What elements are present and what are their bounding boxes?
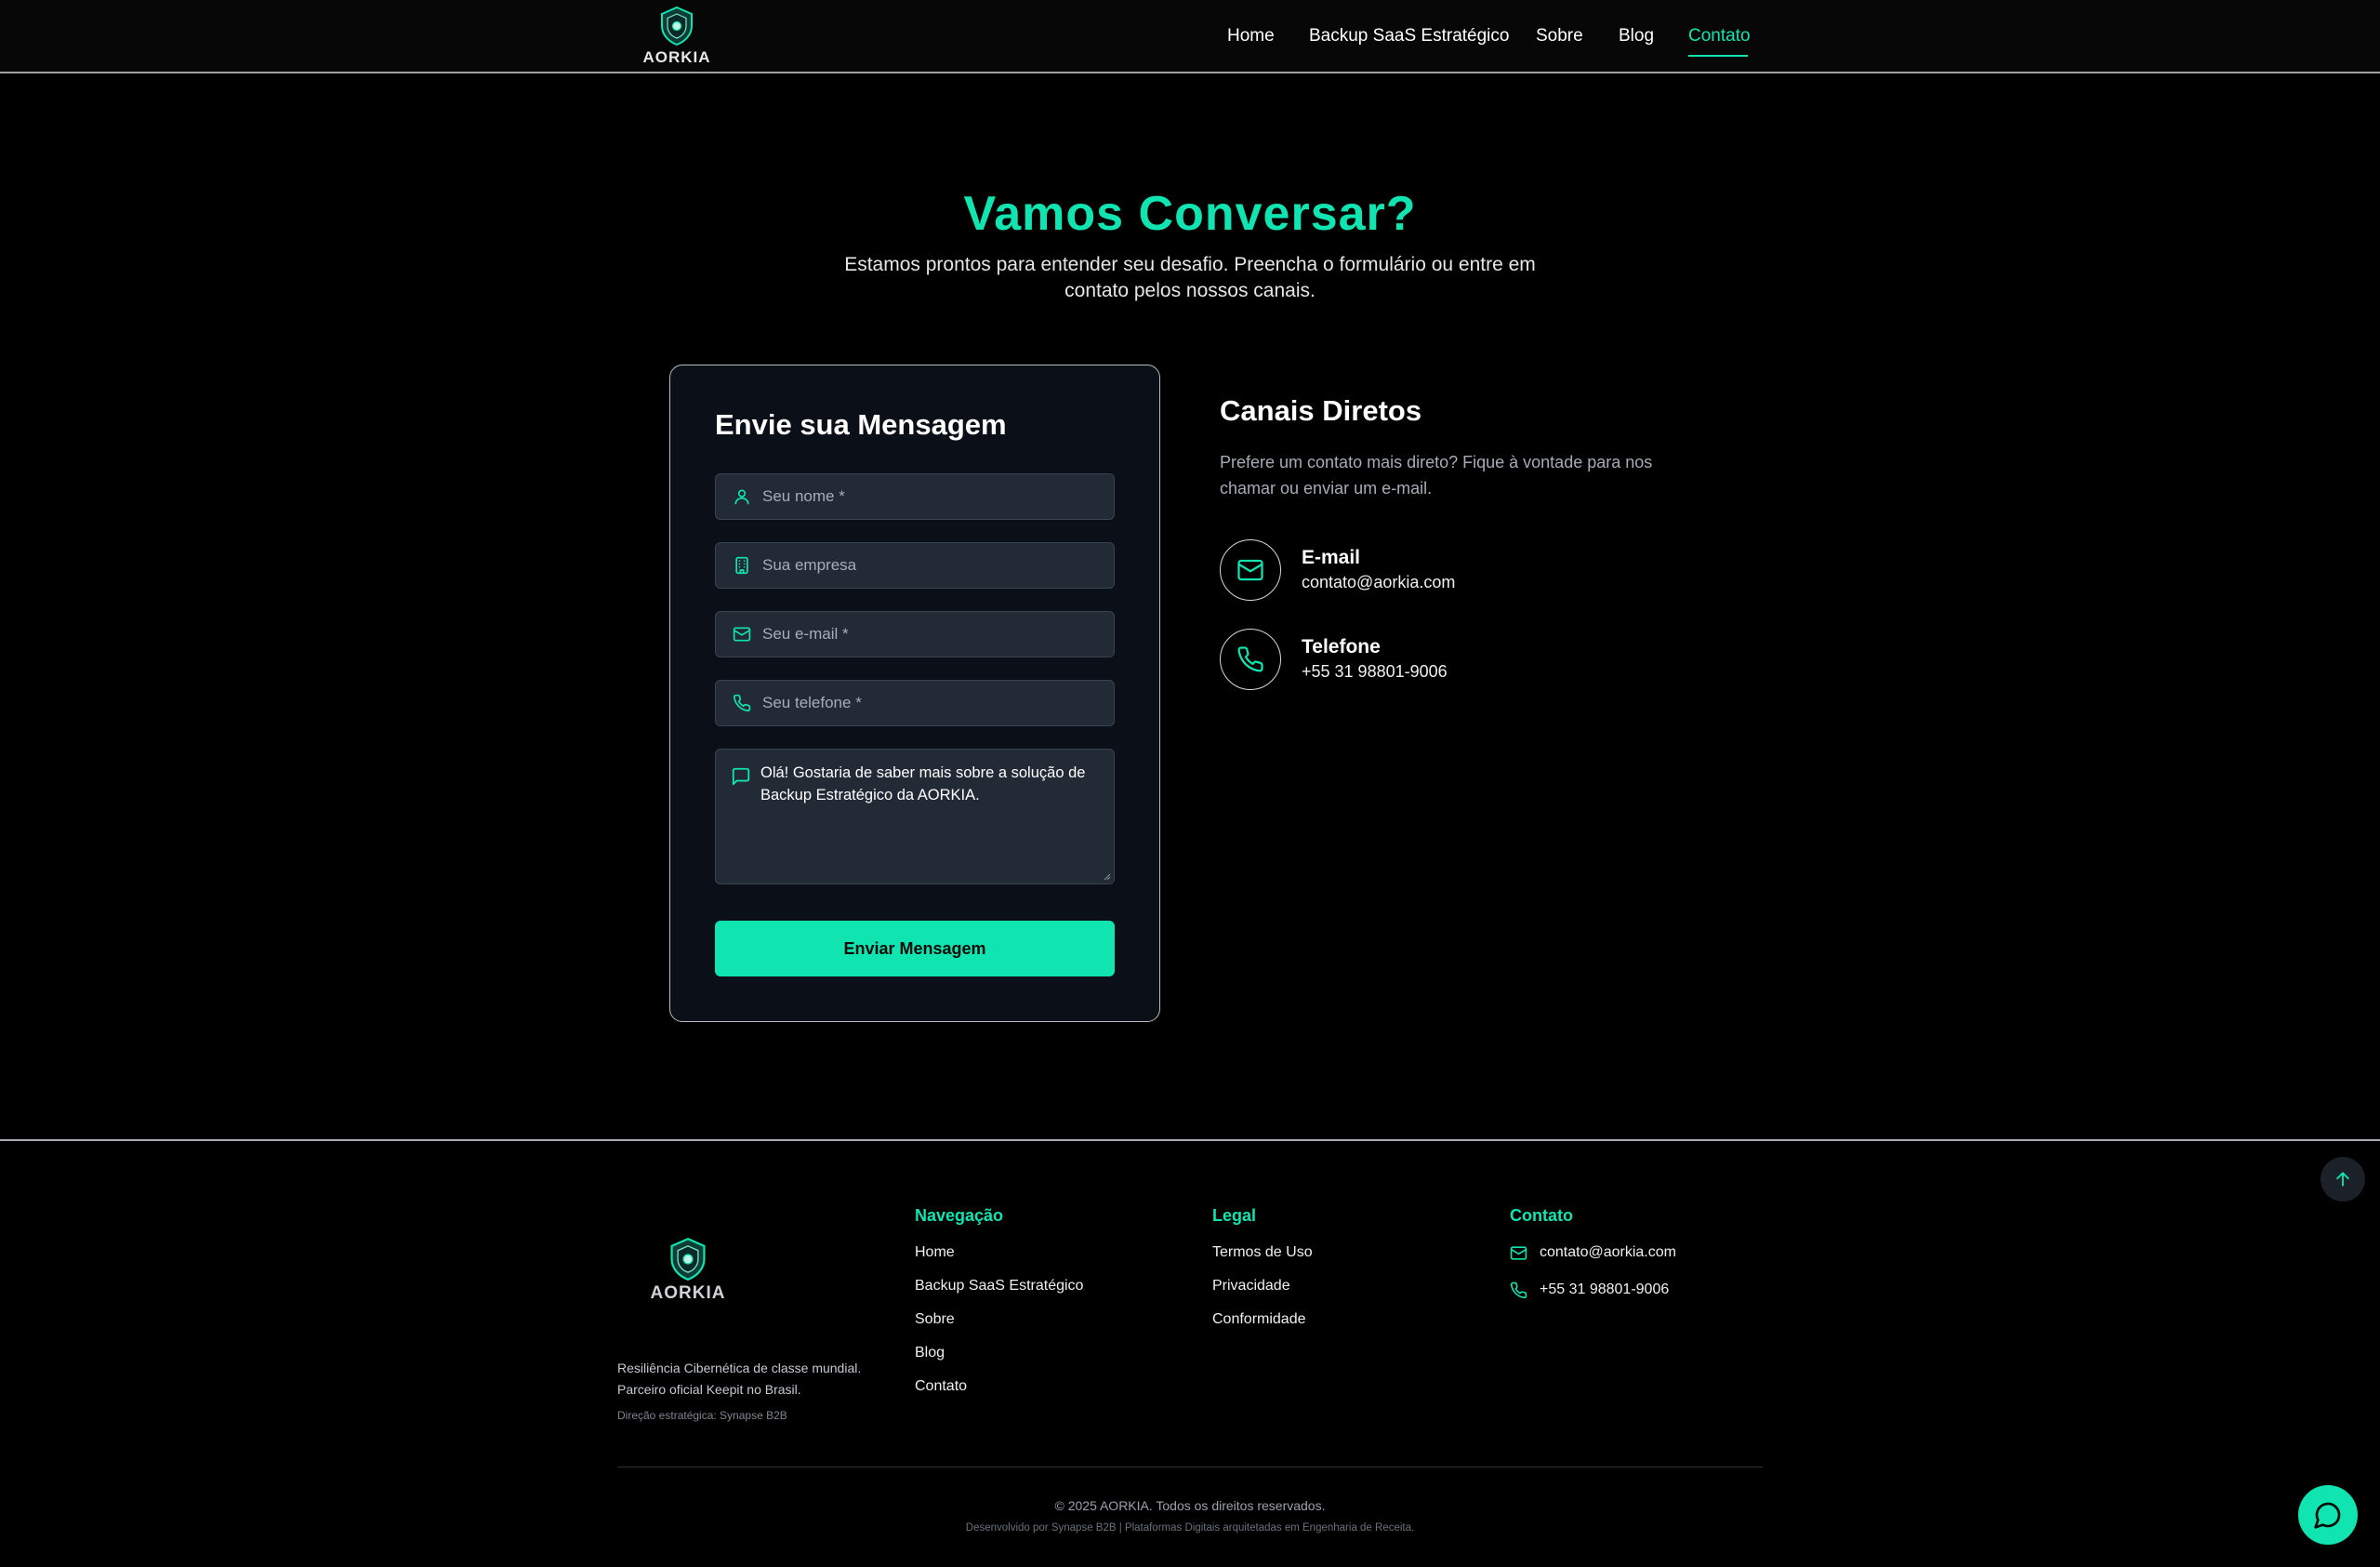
phone-input[interactable] [762,694,1097,712]
building-icon [731,554,753,577]
footer-contact-phone-text[interactable]: +55 31 98801-9006 [1540,1281,1669,1298]
footer-link-backup[interactable]: Backup SaaS Estratégico [915,1278,1083,1295]
footer-contact-phone[interactable]: +55 31 98801-9006 [1510,1281,1669,1299]
page-title: Vamos Conversar? [963,187,1417,241]
brand-name: AORKIA [642,48,711,66]
name-field[interactable] [715,473,1115,520]
footer-contact-email-text[interactable]: contato@aorkia.com [1540,1244,1676,1261]
arrow-up-icon [2336,1172,2349,1187]
channel-email-label: E-mail [1302,547,1361,568]
channel-phone[interactable]: Telefone +55 31 98801-9006 [1220,629,1685,690]
submit-button[interactable]: Enviar Mensagem [715,921,1115,976]
footer-brand-name: AORKIA [650,1283,726,1303]
name-input[interactable] [762,487,1097,506]
brand-logo[interactable]: AORKIA [640,6,714,67]
channel-email[interactable]: E-mail contato@aorkia.com [1220,539,1685,601]
company-input[interactable] [762,556,1097,575]
footer-contact-title: Contato [1510,1206,1573,1225]
footer-link-termos[interactable]: Termos de Uso [1212,1244,1313,1261]
scroll-to-top-button[interactable] [2320,1157,2365,1202]
site-footer: AORKIA Resiliência Cibernética de classe… [0,1139,2380,1567]
nav-item-contato[interactable]: Contato [1688,26,1751,46]
footer-logo[interactable]: AORKIA [649,1237,727,1304]
chat-button[interactable] [2298,1485,2358,1545]
mail-icon [1220,539,1281,601]
footer-tagline-1: Resiliência Cibernética de classe mundia… [617,1361,862,1375]
footer-link-privacidade[interactable]: Privacidade [1212,1278,1290,1295]
nav-item-home[interactable]: Home [1227,26,1275,46]
nav-item-sobre[interactable]: Sobre [1536,26,1583,46]
phone-icon [1510,1281,1528,1299]
shield-logo-icon [661,6,693,46]
company-field[interactable] [715,542,1115,589]
channels-title: Canais Diretos [1220,394,1422,427]
user-icon [731,485,753,508]
contact-form-card: Envie sua Mensagem Olá! Gostaria de sabe… [669,365,1160,1022]
footer-link-sobre[interactable]: Sobre [915,1311,955,1328]
message-icon [731,766,753,789]
nav-item-blog[interactable]: Blog [1619,26,1654,46]
footer-tagline: Resiliência Cibernética de classe mundia… [617,1358,896,1401]
channels-description: Prefere um contato mais direto? Fique à … [1220,453,1653,498]
channel-phone-value[interactable]: +55 31 98801-9006 [1302,662,1448,682]
shield-logo-icon [670,1237,706,1281]
form-title: Envie sua Mensagem [715,408,1007,441]
footer-legal-title: Legal [1212,1206,1257,1225]
footer-link-contato[interactable]: Contato [915,1378,967,1395]
phone-icon [1220,629,1281,690]
email-input[interactable] [762,625,1097,644]
site-header: AORKIA Home Backup SaaS Estratégico Sobr… [0,0,2380,73]
chat-icon [2314,1502,2341,1529]
message-textarea[interactable]: Olá! Gostaria de saber mais sobre a solu… [715,749,1115,884]
resize-handle-icon[interactable] [1104,873,1111,881]
email-field[interactable] [715,611,1115,657]
footer-link-blog[interactable]: Blog [915,1345,945,1361]
mail-icon [731,623,753,645]
footer-nav-title: Navegação [915,1206,1004,1225]
mail-icon [1510,1243,1528,1262]
footer-contact-email[interactable]: contato@aorkia.com [1510,1243,1676,1262]
channel-phone-label: Telefone [1302,636,1381,657]
footer-developed-by: Desenvolvido por Synapse B2B | Plataform… [965,1522,1415,1534]
page-subtitle: Estamos prontos para entender seu desafi… [844,254,1536,301]
footer-link-conformidade[interactable]: Conformidade [1212,1311,1306,1328]
footer-copyright: © 2025 AORKIA. Todos os direitos reserva… [1054,1498,1326,1513]
channel-email-value[interactable]: contato@aorkia.com [1302,573,1455,592]
footer-tagline-2: Parceiro oficial Keepit no Brasil. [617,1382,801,1397]
footer-direction: Direção estratégica: Synapse B2B [617,1409,787,1422]
nav-item-backup[interactable]: Backup SaaS Estratégico [1309,26,1509,46]
message-text[interactable]: Olá! Gostaria de saber mais sobre a solu… [760,762,1100,806]
footer-link-home[interactable]: Home [915,1244,955,1261]
phone-field[interactable] [715,680,1115,726]
nav-active-indicator [1688,55,1748,57]
phone-icon [731,692,753,714]
